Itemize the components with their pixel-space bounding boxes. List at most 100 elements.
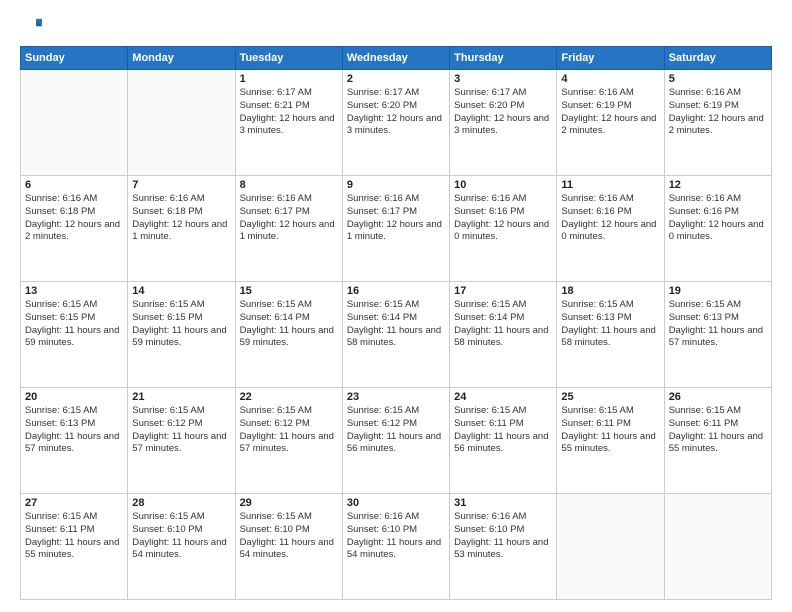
calendar-cell: 1 Sunrise: 6:17 AM Sunset: 6:21 PM Daylig… [235, 70, 342, 176]
day-info: Sunrise: 6:15 AM Sunset: 6:12 PM Dayligh… [240, 405, 338, 456]
day-number: 1 [240, 73, 338, 85]
day-number: 28 [132, 497, 230, 509]
calendar-cell: 14 Sunrise: 6:15 AM Sunset: 6:15 PM Dayli… [128, 282, 235, 388]
day-number: 14 [132, 285, 230, 297]
day-number: 24 [454, 391, 552, 403]
day-number: 25 [561, 391, 659, 403]
day-number: 26 [669, 391, 767, 403]
day-info: Sunrise: 6:15 AM Sunset: 6:15 PM Dayligh… [25, 299, 123, 350]
calendar-cell: 31Sunrise: 6:16 AM Sunset: 6:10 PM Dayli… [450, 494, 557, 600]
calendar-cell: 8 Sunrise: 6:16 AM Sunset: 6:17 PM Daylig… [235, 176, 342, 282]
calendar-cell: 5 Sunrise: 6:16 AM Sunset: 6:19 PM Daylig… [664, 70, 771, 176]
calendar-cell [21, 70, 128, 176]
calendar-cell: 25 Sunrise: 6:15 AM Sunset: 6:11 PM Dayli… [557, 388, 664, 494]
day-info: Sunrise: 6:16 AM Sunset: 6:17 PM Dayligh… [347, 193, 445, 244]
day-number: 17 [454, 285, 552, 297]
day-number: 7 [132, 179, 230, 191]
day-info: Sunrise: 6:17 AM Sunset: 6:20 PM Dayligh… [454, 87, 552, 138]
calendar-header-row: SundayMondayTuesdayWednesdayThursdayFrid… [21, 47, 772, 70]
day-info: Sunrise: 6:16 AM Sunset: 6:19 PM Dayligh… [669, 87, 767, 138]
day-info: Sunrise: 6:15 AM Sunset: 6:14 PM Dayligh… [347, 299, 445, 350]
day-number: 15 [240, 285, 338, 297]
calendar-cell: 29 Sunrise: 6:15 AM Sunset: 6:10 PM Dayli… [235, 494, 342, 600]
calendar-header-wednesday: Wednesday [342, 47, 449, 70]
calendar-cell: 6 Sunrise: 6:16 AM Sunset: 6:18 PM Daylig… [21, 176, 128, 282]
day-number: 3 [454, 73, 552, 85]
calendar-header-friday: Friday [557, 47, 664, 70]
day-number: 18 [561, 285, 659, 297]
calendar-cell [128, 70, 235, 176]
day-info: Sunrise: 6:15 AM Sunset: 6:12 PM Dayligh… [347, 405, 445, 456]
day-number: 2 [347, 73, 445, 85]
day-info: Sunrise: 6:16 AM Sunset: 6:19 PM Dayligh… [561, 87, 659, 138]
calendar-cell: 13Sunrise: 6:15 AM Sunset: 6:15 PM Dayli… [21, 282, 128, 388]
day-info: Sunrise: 6:15 AM Sunset: 6:11 PM Dayligh… [25, 511, 123, 562]
calendar-header-tuesday: Tuesday [235, 47, 342, 70]
day-info: Sunrise: 6:15 AM Sunset: 6:11 PM Dayligh… [669, 405, 767, 456]
day-number: 12 [669, 179, 767, 191]
calendar-cell: 22 Sunrise: 6:15 AM Sunset: 6:12 PM Dayli… [235, 388, 342, 494]
calendar-cell: 7 Sunrise: 6:16 AM Sunset: 6:18 PM Daylig… [128, 176, 235, 282]
day-info: Sunrise: 6:15 AM Sunset: 6:15 PM Dayligh… [132, 299, 230, 350]
calendar-header-sunday: Sunday [21, 47, 128, 70]
day-info: Sunrise: 6:15 AM Sunset: 6:13 PM Dayligh… [561, 299, 659, 350]
calendar-cell: 23 Sunrise: 6:15 AM Sunset: 6:12 PM Dayli… [342, 388, 449, 494]
day-number: 29 [240, 497, 338, 509]
day-info: Sunrise: 6:16 AM Sunset: 6:18 PM Dayligh… [25, 193, 123, 244]
day-number: 6 [25, 179, 123, 191]
day-info: Sunrise: 6:16 AM Sunset: 6:18 PM Dayligh… [132, 193, 230, 244]
day-info: Sunrise: 6:17 AM Sunset: 6:21 PM Dayligh… [240, 87, 338, 138]
day-number: 4 [561, 73, 659, 85]
day-number: 30 [347, 497, 445, 509]
calendar-week-1: 1 Sunrise: 6:17 AM Sunset: 6:21 PM Daylig… [21, 70, 772, 176]
day-info: Sunrise: 6:15 AM Sunset: 6:11 PM Dayligh… [561, 405, 659, 456]
day-info: Sunrise: 6:15 AM Sunset: 6:13 PM Dayligh… [25, 405, 123, 456]
calendar-cell: 15Sunrise: 6:15 AM Sunset: 6:14 PM Dayli… [235, 282, 342, 388]
day-number: 27 [25, 497, 123, 509]
calendar-cell: 28Sunrise: 6:15 AM Sunset: 6:10 PM Dayli… [128, 494, 235, 600]
day-number: 21 [132, 391, 230, 403]
calendar-cell: 11Sunrise: 6:16 AM Sunset: 6:16 PM Dayli… [557, 176, 664, 282]
header [20, 16, 772, 38]
calendar-cell: 24 Sunrise: 6:15 AM Sunset: 6:11 PM Dayli… [450, 388, 557, 494]
day-info: Sunrise: 6:15 AM Sunset: 6:13 PM Dayligh… [669, 299, 767, 350]
calendar-week-4: 20 Sunrise: 6:15 AM Sunset: 6:13 PM Dayli… [21, 388, 772, 494]
day-info: Sunrise: 6:16 AM Sunset: 6:16 PM Dayligh… [454, 193, 552, 244]
calendar-cell [664, 494, 771, 600]
calendar-cell: 2 Sunrise: 6:17 AM Sunset: 6:20 PM Daylig… [342, 70, 449, 176]
day-number: 19 [669, 285, 767, 297]
day-info: Sunrise: 6:15 AM Sunset: 6:11 PM Dayligh… [454, 405, 552, 456]
day-number: 5 [669, 73, 767, 85]
day-info: Sunrise: 6:16 AM Sunset: 6:17 PM Dayligh… [240, 193, 338, 244]
calendar-cell: 10 Sunrise: 6:16 AM Sunset: 6:16 PM Dayli… [450, 176, 557, 282]
day-info: Sunrise: 6:15 AM Sunset: 6:14 PM Dayligh… [454, 299, 552, 350]
day-number: 16 [347, 285, 445, 297]
calendar-cell: 16 Sunrise: 6:15 AM Sunset: 6:14 PM Dayli… [342, 282, 449, 388]
calendar-cell: 18 Sunrise: 6:15 AM Sunset: 6:13 PM Dayli… [557, 282, 664, 388]
day-number: 8 [240, 179, 338, 191]
day-info: Sunrise: 6:15 AM Sunset: 6:10 PM Dayligh… [240, 511, 338, 562]
day-info: Sunrise: 6:16 AM Sunset: 6:16 PM Dayligh… [561, 193, 659, 244]
logo-icon [20, 16, 42, 38]
calendar-cell: 21 Sunrise: 6:15 AM Sunset: 6:12 PM Dayli… [128, 388, 235, 494]
day-info: Sunrise: 6:17 AM Sunset: 6:20 PM Dayligh… [347, 87, 445, 138]
calendar-cell: 27 Sunrise: 6:15 AM Sunset: 6:11 PM Dayli… [21, 494, 128, 600]
day-number: 20 [25, 391, 123, 403]
calendar-header-thursday: Thursday [450, 47, 557, 70]
day-number: 10 [454, 179, 552, 191]
day-number: 22 [240, 391, 338, 403]
calendar-week-2: 6 Sunrise: 6:16 AM Sunset: 6:18 PM Daylig… [21, 176, 772, 282]
day-info: Sunrise: 6:15 AM Sunset: 6:12 PM Dayligh… [132, 405, 230, 456]
day-info: Sunrise: 6:16 AM Sunset: 6:10 PM Dayligh… [454, 511, 552, 562]
calendar-cell: 9Sunrise: 6:16 AM Sunset: 6:17 PM Daylig… [342, 176, 449, 282]
calendar-cell: 20 Sunrise: 6:15 AM Sunset: 6:13 PM Dayli… [21, 388, 128, 494]
calendar-cell: 3 Sunrise: 6:17 AM Sunset: 6:20 PM Daylig… [450, 70, 557, 176]
day-number: 23 [347, 391, 445, 403]
calendar-cell: 30 Sunrise: 6:16 AM Sunset: 6:10 PM Dayli… [342, 494, 449, 600]
calendar-header-saturday: Saturday [664, 47, 771, 70]
calendar-cell: 12Sunrise: 6:16 AM Sunset: 6:16 PM Dayli… [664, 176, 771, 282]
calendar-week-5: 27 Sunrise: 6:15 AM Sunset: 6:11 PM Dayli… [21, 494, 772, 600]
page: SundayMondayTuesdayWednesdayThursdayFrid… [0, 0, 792, 612]
calendar-table: SundayMondayTuesdayWednesdayThursdayFrid… [20, 46, 772, 600]
day-info: Sunrise: 6:16 AM Sunset: 6:10 PM Dayligh… [347, 511, 445, 562]
